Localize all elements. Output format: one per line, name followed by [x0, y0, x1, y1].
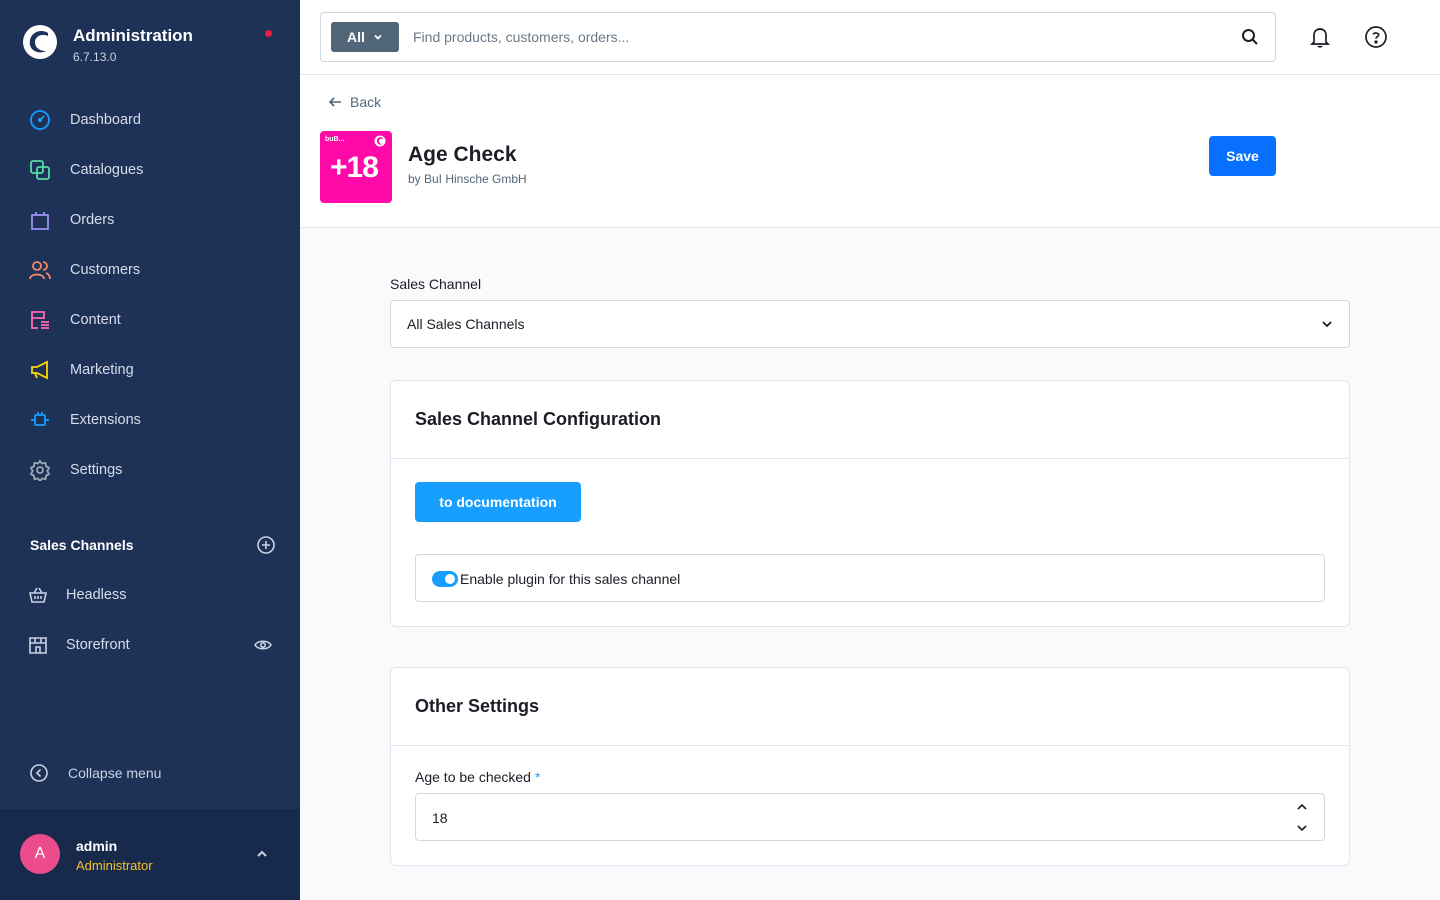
chevron-up-icon[interactable]: [1296, 801, 1308, 813]
sidebar-item-label: Dashboard: [70, 112, 141, 128]
chevron-down-icon: [374, 34, 382, 40]
top-bar: All: [300, 0, 1440, 75]
avatar: A: [20, 834, 60, 874]
catalogues-icon: [28, 158, 52, 182]
user-name: admin: [76, 838, 118, 854]
brand: Administration 6.7.13.0: [22, 24, 193, 64]
sales-channels-title: Sales Channels: [30, 537, 134, 553]
plugin-logo-text: +18: [330, 151, 379, 184]
sidebar: Administration 6.7.13.0 Dashboard Catalo…: [0, 0, 300, 900]
collapse-menu-label: Collapse menu: [68, 765, 162, 781]
card-divider: [391, 458, 1349, 459]
notification-bell-icon[interactable]: [1308, 25, 1332, 49]
sidebar-item-label: Extensions: [70, 412, 141, 428]
sidebar-item-label: Content: [70, 312, 121, 328]
app-title: Administration: [73, 26, 193, 45]
card-divider: [391, 745, 1349, 746]
sales-channel-storefront[interactable]: Storefront: [28, 630, 278, 660]
sidebar-item-orders[interactable]: Orders: [0, 195, 300, 245]
sales-channel-label: Storefront: [66, 637, 130, 653]
sales-channel-value: All Sales Channels: [407, 316, 525, 332]
switch-knob: [445, 574, 455, 584]
save-button[interactable]: Save: [1209, 136, 1276, 176]
shopware-mark-icon: [374, 135, 386, 147]
chevron-up-icon[interactable]: [255, 847, 269, 861]
user-panel[interactable]: A admin Administrator: [0, 809, 300, 900]
chevron-down-icon[interactable]: [1296, 822, 1308, 834]
sidebar-item-customers[interactable]: Customers: [0, 245, 300, 295]
card-title: Sales Channel Configuration: [415, 409, 662, 429]
sidebar-item-settings[interactable]: Settings: [0, 445, 300, 495]
collapse-icon: [30, 764, 48, 782]
arrow-left-icon: [328, 97, 341, 107]
config-card: Sales Channel Configuration to documenta…: [390, 380, 1350, 627]
collapse-menu-button[interactable]: Collapse menu: [30, 764, 161, 782]
age-value: 18: [432, 810, 448, 826]
settings-icon: [28, 458, 52, 482]
sales-channel-label: Sales Channel: [390, 276, 482, 292]
sidebar-item-label: Catalogues: [70, 162, 144, 178]
storefront-icon: [29, 637, 47, 654]
age-label-text: Age to be checked: [415, 769, 531, 785]
enable-plugin-switch[interactable]: [432, 571, 458, 587]
enable-plugin-field: Enable plugin for this sales channel: [415, 554, 1325, 602]
sales-channels-header: Sales Channels: [30, 536, 275, 554]
documentation-button[interactable]: to documentation: [415, 482, 581, 522]
age-number-field[interactable]: 18: [415, 793, 1325, 841]
sales-channel-label: Headless: [66, 587, 127, 603]
plugin-logo: buB... +18: [320, 131, 392, 203]
other-settings-card: Other Settings Age to be checked * 18: [390, 667, 1350, 866]
marketing-icon: [28, 358, 52, 382]
chevron-down-icon: [1322, 321, 1332, 328]
page-title: Age Check: [408, 143, 517, 166]
sidebar-item-label: Orders: [70, 212, 115, 228]
customers-icon: [28, 258, 52, 282]
required-mark: *: [534, 769, 541, 785]
eye-icon[interactable]: [254, 636, 272, 654]
plugin-vendor: by BuI Hinsche GmbH: [408, 172, 527, 186]
search-icon[interactable]: [1241, 28, 1259, 46]
main-nav: Dashboard Catalogues Orders Customers Co…: [0, 95, 300, 495]
plugin-header: Back buB... +18 Age Check by BuI Hinsche…: [300, 75, 1440, 228]
basket-icon: [29, 587, 47, 603]
sidebar-item-label: Settings: [70, 462, 123, 478]
help-icon[interactable]: [1364, 25, 1388, 49]
search-type-dropdown[interactable]: All: [331, 22, 399, 52]
app-version: 6.7.13.0: [73, 50, 117, 64]
sidebar-item-catalogues[interactable]: Catalogues: [0, 145, 300, 195]
search-input[interactable]: [413, 25, 1213, 49]
dashboard-icon: [28, 108, 52, 132]
sidebar-item-label: Customers: [70, 262, 141, 278]
sidebar-item-dashboard[interactable]: Dashboard: [0, 95, 300, 145]
back-link[interactable]: Back: [328, 94, 381, 110]
search-type-label: All: [347, 29, 365, 45]
sidebar-item-label: Marketing: [70, 362, 134, 378]
orders-icon: [28, 208, 52, 232]
sidebar-item-extensions[interactable]: Extensions: [0, 395, 300, 445]
card-title: Other Settings: [415, 696, 540, 716]
notification-dot: [265, 30, 272, 37]
sales-channel-select[interactable]: All Sales Channels: [390, 300, 1350, 348]
extensions-icon: [28, 408, 52, 432]
add-sales-channel-icon[interactable]: [257, 536, 275, 554]
content-icon: [28, 308, 52, 332]
global-search: All: [320, 12, 1276, 62]
switch-label: Enable plugin for this sales channel: [460, 571, 681, 587]
sidebar-item-content[interactable]: Content: [0, 295, 300, 345]
plugin-logo-mini-text: buB...: [325, 136, 345, 143]
user-role: Administrator: [76, 858, 153, 873]
sales-channel-headless[interactable]: Headless: [28, 580, 278, 610]
shopware-logo-icon: [23, 25, 57, 59]
back-label: Back: [350, 94, 382, 110]
sidebar-item-marketing[interactable]: Marketing: [0, 345, 300, 395]
age-field-label: Age to be checked *: [415, 769, 540, 785]
